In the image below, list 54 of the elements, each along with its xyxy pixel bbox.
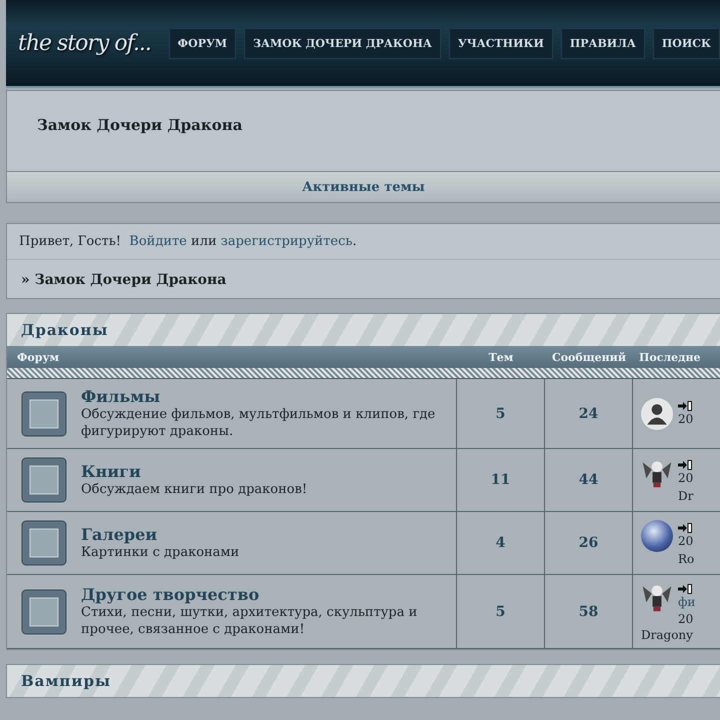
forum-title-link[interactable]: Галереи: [81, 525, 158, 544]
go-to-post-icon[interactable]: [678, 400, 692, 410]
post-count: 24: [578, 406, 600, 422]
period-text: .: [352, 234, 357, 249]
go-to-post-icon[interactable]: [678, 584, 692, 594]
topic-count: 4: [494, 535, 506, 551]
avatar-silhouette-icon: [641, 398, 673, 430]
forum-description: Обсуждение фильмов, мультфильмов и клипов, где фигурируют драконы.: [81, 406, 436, 440]
post-count: 58: [578, 604, 600, 620]
topic-count: 5: [494, 406, 506, 422]
last-post-link[interactable]: фи: [678, 594, 696, 611]
site-logo[interactable]: the story of...: [18, 30, 169, 56]
avatar-photo-placeholder: [641, 520, 673, 552]
forum-icon: [21, 520, 67, 566]
column-header: Сообщений: [550, 350, 628, 364]
forum-title-link[interactable]: Другое творчество: [81, 585, 260, 604]
forum-icon: [21, 588, 67, 634]
last-post-text: 20: [678, 410, 694, 428]
column-header: Тем: [488, 350, 514, 364]
topic-count: 11: [490, 472, 512, 488]
breadcrumb: » Замок Дочери Дракона: [20, 271, 228, 290]
or-text: или: [190, 234, 218, 249]
greeting-text: Привет, Гость!: [19, 234, 122, 249]
post-count: 26: [578, 535, 600, 551]
forum-icon: [21, 457, 67, 503]
column-header: Форум: [16, 350, 60, 364]
nav-tab[interactable]: ЗАМОК ДОЧЕРИ ДРАКОНА: [244, 28, 441, 58]
last-post-text: Dr: [678, 489, 694, 503]
forum-description: Картинки с драконами: [81, 544, 240, 561]
category-title: Вампиры: [21, 672, 112, 690]
go-to-post-icon[interactable]: [678, 460, 692, 470]
login-link[interactable]: Войдите: [129, 234, 187, 249]
forum-description: Обсуждаем книги про драконов!: [81, 481, 308, 498]
post-count: 44: [578, 472, 600, 488]
column-header: Последне: [638, 350, 702, 364]
nav-tab[interactable]: УЧАСТНИКИ: [448, 28, 553, 58]
forum-icon: [21, 390, 67, 436]
register-link[interactable]: зарегистрируйтесь: [220, 234, 352, 249]
nav-tab[interactable]: ФОРУМ: [168, 28, 236, 58]
last-post-text: Dragony: [641, 628, 693, 642]
board-title: Замок Дочери Дракона: [37, 116, 242, 134]
last-post-text: Ro: [678, 552, 694, 566]
last-post-text: 20: [678, 611, 694, 628]
forum-description: Стихи, песни, шутки, архитектура, скульптура и прочее, связанное с драконами!: [81, 604, 418, 638]
forum-title-link[interactable]: Книги: [81, 462, 141, 481]
category-title: Драконы: [21, 321, 108, 339]
forum-title-link[interactable]: Фильмы: [81, 387, 160, 406]
topic-count: 5: [494, 604, 506, 620]
nav-tab[interactable]: ПРАВИЛА: [560, 28, 645, 58]
active-topics-link[interactable]: Активные темы: [302, 180, 425, 194]
go-to-post-icon[interactable]: [678, 523, 692, 533]
last-post-text: 20: [678, 533, 694, 550]
last-post-text: 20: [678, 470, 694, 487]
nav-tab[interactable]: ПОИСК: [652, 28, 720, 58]
